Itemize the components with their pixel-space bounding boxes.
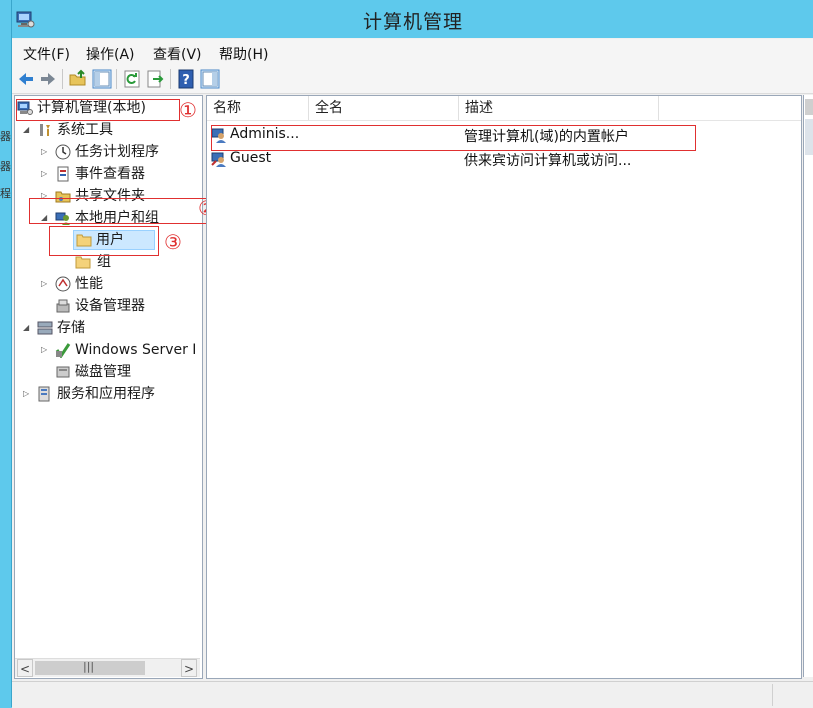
highlight-box-users — [49, 226, 159, 256]
tree-item-label: 任务计划程序 — [75, 144, 159, 160]
event-log-icon — [57, 166, 69, 182]
tree-item-windows-server[interactable]: ▷ Windows Server I — [41, 340, 201, 360]
tree-item-label: 服务和应用程序 — [57, 386, 155, 402]
expanded-arrow-icon[interactable]: ◢ — [23, 318, 29, 338]
grip-icon: ||| — [83, 660, 95, 673]
forward-icon[interactable] — [38, 69, 58, 89]
back-icon[interactable] — [16, 69, 36, 89]
refresh-icon[interactable] — [122, 69, 142, 89]
toolbar-separator — [62, 69, 63, 89]
tree-item-label: 磁盘管理 — [75, 364, 131, 380]
menu-view[interactable]: 查看(V) — [153, 44, 202, 64]
action-pane — [803, 95, 813, 677]
device-manager-icon — [56, 299, 70, 313]
menu-file[interactable]: 文件(F) — [23, 44, 70, 64]
windows-server-backup-icon — [55, 343, 71, 358]
tree-pane: 计算机管理(本地) ◢ 系统工具 ▷ 任务计划程序 ▷ 事件查看器 ▷ 共享文件… — [14, 95, 223, 679]
expanded-arrow-icon[interactable]: ◢ — [23, 120, 29, 140]
highlight-box-local-users — [29, 198, 223, 224]
show-action-pane-icon[interactable] — [200, 69, 220, 89]
table-row[interactable]: Guest 供来宾访问计算机或访问... — [207, 148, 801, 170]
background-window-edge: 器 器 程 — [0, 0, 11, 707]
title-bar[interactable]: 计算机管理 — [12, 0, 813, 38]
collapsed-arrow-icon[interactable]: ▷ — [41, 274, 47, 294]
show-tree-icon[interactable] — [92, 69, 112, 89]
column-header-fullname[interactable]: 全名 — [309, 96, 459, 120]
storage-icon — [37, 321, 53, 335]
tree-item-label: 设备管理器 — [75, 298, 145, 314]
edge-glyph: 器 — [0, 160, 11, 173]
tree-item-label: 事件查看器 — [75, 166, 145, 182]
disk-management-icon — [56, 366, 70, 378]
user-account-icon — [211, 152, 226, 167]
toolbar-separator — [116, 69, 117, 89]
status-bar — [12, 681, 813, 708]
svg-text:?: ? — [182, 73, 190, 88]
tree-item-label: 系统工具 — [57, 122, 113, 138]
up-folder-icon[interactable] — [68, 69, 88, 89]
tree-horizontal-scrollbar[interactable]: < ||| > — [15, 658, 200, 677]
toolbar: ? — [12, 65, 813, 94]
clock-icon — [55, 144, 71, 160]
collapsed-arrow-icon[interactable]: ▷ — [23, 384, 29, 404]
list-header: 名称 全名 描述 — [207, 96, 801, 121]
help-icon[interactable]: ? — [176, 69, 196, 89]
user-name-cell: Guest — [230, 150, 272, 166]
annotation-number-1: ① — [179, 98, 197, 122]
scroll-right-button[interactable]: > — [181, 659, 197, 677]
performance-icon — [55, 276, 71, 292]
toolbar-separator — [170, 69, 171, 89]
services-icon — [38, 386, 50, 402]
status-divider — [772, 684, 773, 706]
scroll-left-button[interactable]: < — [17, 659, 33, 677]
action-pane-scroll-thumb[interactable] — [805, 99, 813, 115]
menu-help[interactable]: 帮助(H) — [219, 44, 268, 64]
tree-item-label: 存储 — [57, 320, 85, 336]
folder-icon — [75, 256, 91, 269]
menu-bar: 文件(F) 操作(A) 查看(V) 帮助(H) — [12, 39, 813, 65]
tools-icon — [40, 124, 50, 136]
highlight-box-administrator — [211, 125, 696, 151]
scrollbar-thumb[interactable]: ||| — [35, 660, 145, 675]
annotation-number-3: ③ — [164, 230, 182, 254]
collapsed-arrow-icon[interactable]: ▷ — [41, 164, 47, 184]
collapsed-arrow-icon[interactable]: ▷ — [41, 142, 47, 162]
edge-glyph: 程 — [0, 187, 11, 200]
window-title: 计算机管理 — [362, 11, 463, 33]
tree-item-label: Windows Server I — [75, 342, 197, 358]
collapsed-arrow-icon[interactable]: ▷ — [41, 340, 47, 360]
menu-action[interactable]: 操作(A) — [86, 44, 135, 64]
edge-glyph: 器 — [0, 130, 11, 143]
action-pane-header — [805, 119, 813, 155]
highlight-box-root — [16, 99, 180, 121]
list-pane: 名称 全名 描述 Adminis... 管理计算机(域)的内置帐户 Guest — [206, 95, 802, 679]
column-header-name[interactable]: 名称 — [207, 96, 309, 120]
tree-item-label: 性能 — [75, 276, 103, 292]
computer-management-window: 计算机管理 文件(F) 操作(A) 查看(V) 帮助(H) ? 计算机管理(本地… — [11, 0, 813, 708]
user-description-cell: 供来宾访问计算机或访问... — [464, 153, 632, 169]
export-icon[interactable] — [145, 69, 165, 89]
column-header-description[interactable]: 描述 — [459, 96, 659, 120]
